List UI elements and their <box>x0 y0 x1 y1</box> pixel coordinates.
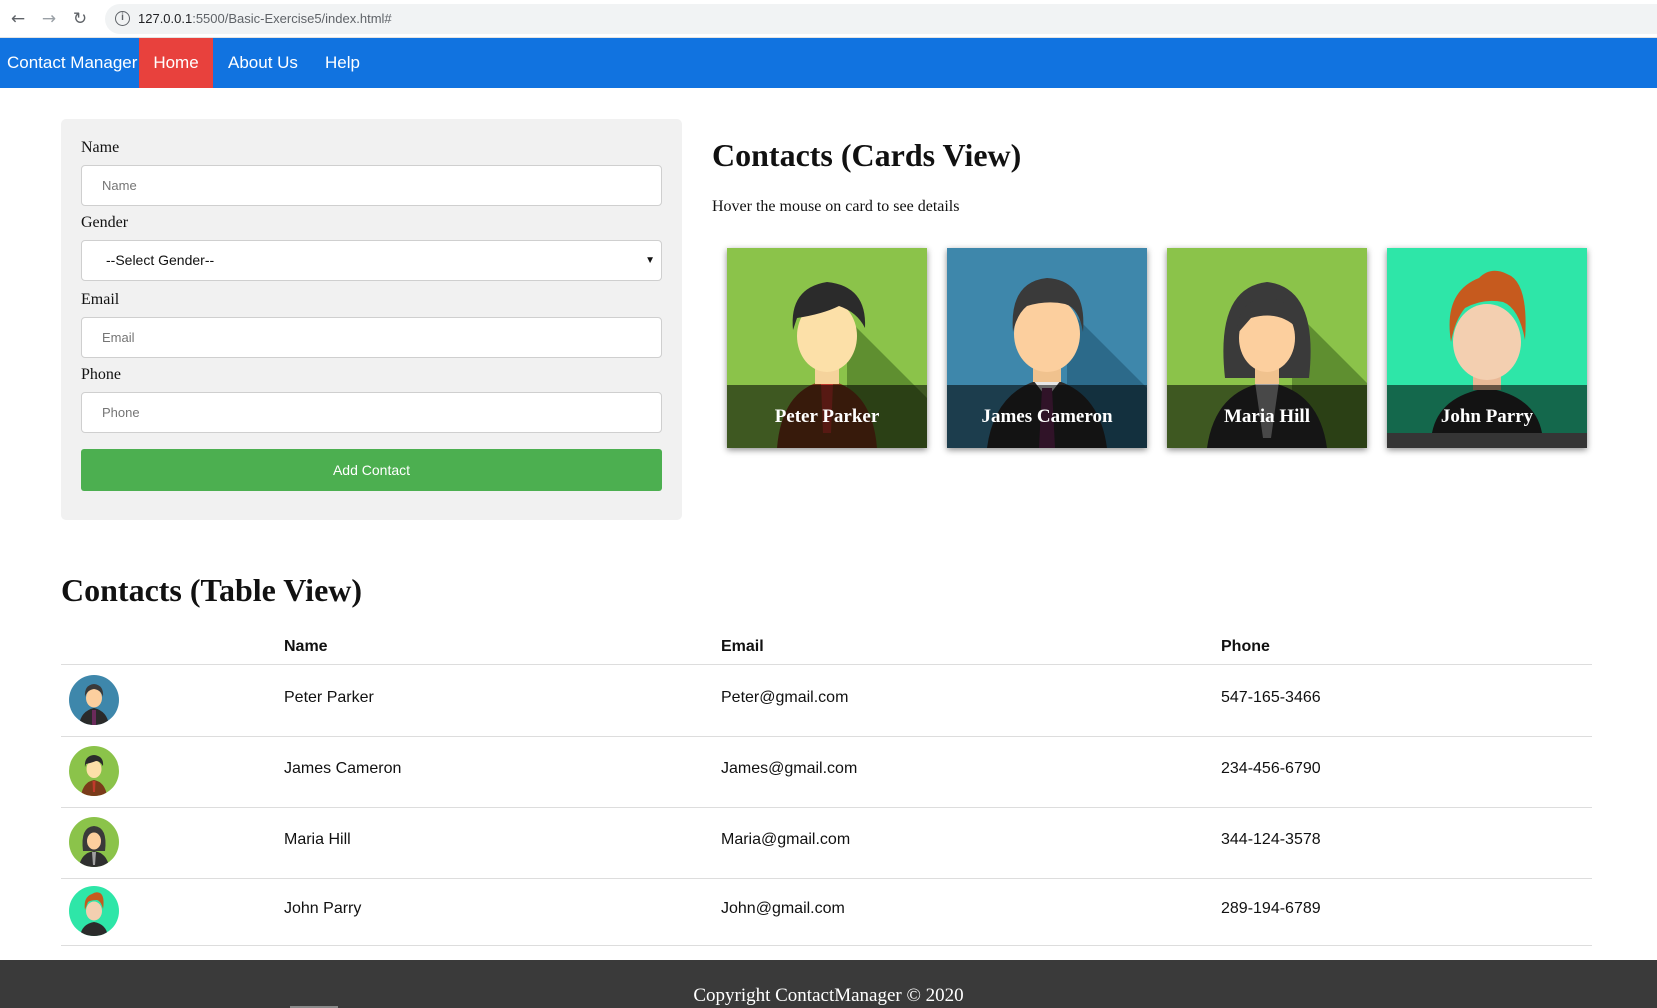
main-navbar: Contact Manager Home About Us Help <box>0 38 1657 88</box>
name-input[interactable]: Name <box>81 165 662 206</box>
row-name: Maria Hill <box>284 831 351 848</box>
contact-card[interactable]: John Parry <box>1387 248 1587 448</box>
back-arrow-icon[interactable]: ← <box>8 9 28 29</box>
row-phone: 344-124-3578 <box>1221 831 1321 848</box>
male-avatar-icon <box>69 886 119 936</box>
column-header-email: Email <box>721 638 764 655</box>
avatar <box>69 817 119 867</box>
card-name: John Parry <box>1440 406 1534 427</box>
table-row[interactable]: James Cameron James@gmail.com 234-456-67… <box>61 736 1592 807</box>
nav-item-help[interactable]: Help <box>325 38 360 88</box>
row-phone: 234-456-6790 <box>1221 760 1321 777</box>
row-divider <box>61 945 1592 946</box>
card-name: Maria Hill <box>1223 406 1310 427</box>
copyright-text: Copyright ContactManager © 2020 <box>693 985 964 1006</box>
name-label: Name <box>81 139 120 156</box>
row-phone: 289-194-6789 <box>1221 900 1321 917</box>
gender-selected-value: --Select Gender-- <box>106 252 215 268</box>
add-contact-button[interactable]: Add Contact <box>81 449 662 491</box>
reload-icon[interactable]: ↻ <box>70 9 90 29</box>
male-avatar-icon <box>69 675 119 725</box>
page-footer: Copyright ContactManager © 2020 <box>0 960 1657 1008</box>
nav-item-about-us[interactable]: About Us <box>228 38 298 88</box>
chevron-down-icon: ▼ <box>645 255 655 266</box>
column-header-phone: Phone <box>1221 638 1270 655</box>
address-bar[interactable]: i 127.0.0.1:5500/Basic-Exercise5/index.h… <box>105 4 1657 34</box>
row-email: James@gmail.com <box>721 760 858 777</box>
forward-arrow-icon[interactable]: → <box>39 9 59 29</box>
url-text[interactable]: 127.0.0.1:5500/Basic-Exercise5/index.htm… <box>138 11 392 26</box>
male-avatar-icon <box>69 746 119 796</box>
phone-input[interactable]: Phone <box>81 392 662 433</box>
female-avatar-icon <box>69 817 119 867</box>
row-name: Peter Parker <box>284 689 374 706</box>
card-name: Peter Parker <box>774 406 880 427</box>
table-row[interactable]: John Parry John@gmail.com 289-194-6789 <box>61 878 1592 945</box>
row-email: Maria@gmail.com <box>721 831 851 848</box>
contact-card[interactable]: Maria Hill <box>1167 248 1367 448</box>
browser-toolbar: ← → ↻ i 127.0.0.1:5500/Basic-Exercise5/i… <box>0 0 1657 38</box>
gender-label: Gender <box>81 214 129 231</box>
info-icon[interactable]: i <box>115 11 130 26</box>
contact-card[interactable]: James Cameron <box>947 248 1147 448</box>
brand-link[interactable]: Contact Manager <box>7 38 137 88</box>
email-label: Email <box>81 291 120 308</box>
add-contact-form: Name Name Gender --Select Gender-- ▼ Ema… <box>61 119 682 520</box>
table-row[interactable]: Maria Hill Maria@gmail.com 344-124-3578 <box>61 807 1592 878</box>
avatar <box>69 675 119 725</box>
cards-view-hint: Hover the mouse on card to see details <box>712 198 960 215</box>
row-name: James Cameron <box>284 760 402 777</box>
card-name: James Cameron <box>981 406 1113 427</box>
table-view-title: Contacts (Table View) <box>61 572 363 608</box>
nav-item-home[interactable]: Home <box>139 38 213 88</box>
avatar <box>69 886 119 936</box>
row-email: Peter@gmail.com <box>721 689 849 706</box>
phone-label: Phone <box>81 366 121 383</box>
row-email: John@gmail.com <box>721 900 845 917</box>
cards-view-title: Contacts (Cards View) <box>712 137 1022 173</box>
avatar <box>69 746 119 796</box>
contact-card[interactable]: Peter Parker <box>727 248 927 448</box>
email-input[interactable]: Email <box>81 317 662 358</box>
gender-select[interactable]: --Select Gender-- ▼ <box>81 240 662 281</box>
table-row[interactable]: Peter Parker Peter@gmail.com 547-165-346… <box>61 665 1592 736</box>
column-header-name: Name <box>284 638 328 655</box>
row-name: John Parry <box>284 900 362 917</box>
row-phone: 547-165-3466 <box>1221 689 1321 706</box>
